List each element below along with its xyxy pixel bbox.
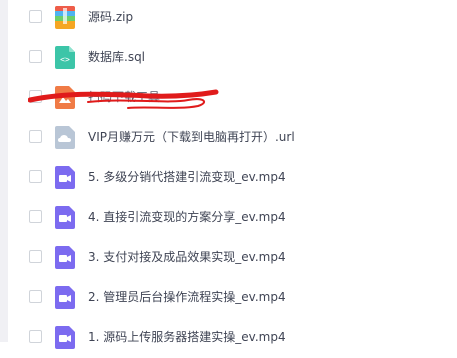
file-name[interactable]: 1. 源码上传服务器搭建实操_ev.mp4	[88, 327, 286, 347]
file-name[interactable]: 5. 多级分销代搭建引流变现_ev.mp4	[88, 167, 286, 187]
select-checkbox[interactable]	[29, 210, 42, 223]
file-row[interactable]: VIP月赚万元（下载到电脑再打开）.url	[8, 118, 457, 158]
video-file-icon	[55, 246, 75, 269]
file-name[interactable]: 3. 支付对接及成品效果实现_ev.mp4	[88, 247, 286, 267]
file-name[interactable]: VIP月赚万元（下载到电脑再打开）.url	[88, 127, 295, 147]
select-checkbox[interactable]	[29, 290, 42, 303]
select-checkbox[interactable]	[29, 130, 42, 143]
left-panel-edge	[0, 0, 8, 342]
svg-text:<>: <>	[60, 55, 70, 64]
video-file-icon	[55, 166, 75, 189]
select-checkbox[interactable]	[29, 250, 42, 263]
select-checkbox[interactable]	[29, 170, 42, 183]
select-checkbox[interactable]	[29, 10, 42, 23]
file-name[interactable]: 源码.zip	[88, 7, 133, 27]
file-name[interactable]: 4. 直接引流变现的方案分享_ev.mp4	[88, 207, 286, 227]
select-checkbox[interactable]	[29, 330, 42, 343]
select-checkbox[interactable]	[29, 90, 42, 103]
code-file-icon: <>	[55, 46, 75, 69]
file-row[interactable]: 扫码下载工具	[8, 78, 457, 118]
zip-archive-icon	[55, 6, 75, 29]
file-row[interactable]: 4. 直接引流变现的方案分享_ev.mp4	[8, 198, 457, 238]
file-row[interactable]: 5. 多级分销代搭建引流变现_ev.mp4	[8, 158, 457, 198]
video-file-icon	[55, 206, 75, 229]
file-row[interactable]: 源码.zip	[8, 0, 457, 38]
image-file-icon	[55, 86, 75, 109]
video-file-icon	[55, 286, 75, 309]
file-name[interactable]: 数据库.sql	[88, 47, 145, 67]
file-row[interactable]: 3. 支付对接及成品效果实现_ev.mp4	[8, 238, 457, 278]
select-checkbox[interactable]	[29, 50, 42, 63]
file-row[interactable]: <> 数据库.sql	[8, 38, 457, 78]
file-name[interactable]: 2. 管理员后台操作流程实操_ev.mp4	[88, 287, 286, 307]
video-file-icon	[55, 326, 75, 349]
cloud-link-icon	[55, 126, 75, 149]
file-name[interactable]: 扫码下载工具	[88, 87, 160, 107]
file-row[interactable]: 1. 源码上传服务器搭建实操_ev.mp4	[8, 318, 457, 358]
file-row[interactable]: 2. 管理员后台操作流程实操_ev.mp4	[8, 278, 457, 318]
